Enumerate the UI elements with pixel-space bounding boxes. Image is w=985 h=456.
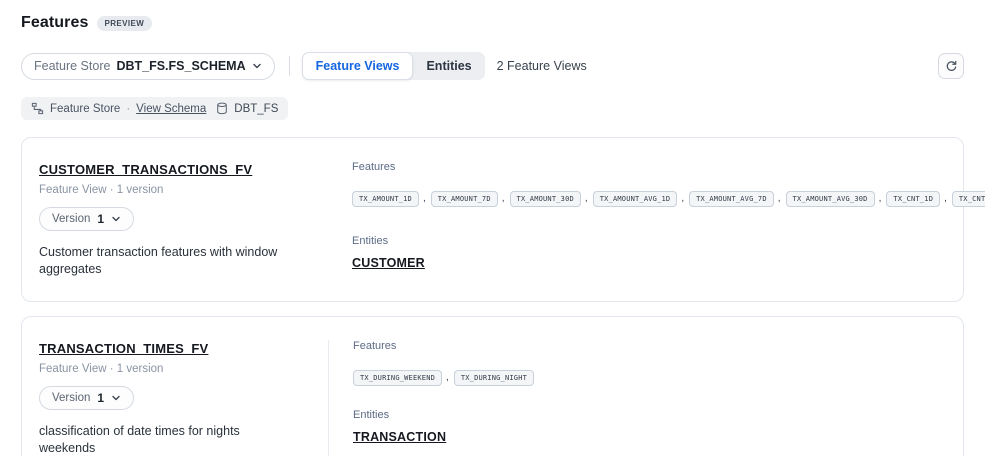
features-section-label: Features bbox=[352, 161, 960, 173]
feature-chip-group: TX_CNT_7D, bbox=[952, 188, 985, 205]
feature-view-meta: Feature View · 1 version bbox=[39, 184, 308, 196]
chip-separator: , bbox=[585, 193, 588, 204]
feature-chip-group: TX_AMOUNT_1D, bbox=[352, 188, 426, 205]
feature-views-count: 2 Feature Views bbox=[497, 59, 587, 73]
features-section-label: Features bbox=[353, 340, 947, 352]
tab-feature-views[interactable]: Feature Views bbox=[302, 52, 414, 80]
feature-chip[interactable]: TX_AMOUNT_7D bbox=[431, 191, 498, 207]
breadcrumb: Feature Store · View Schema DBT_FS bbox=[21, 97, 288, 120]
chip-separator: , bbox=[502, 193, 505, 204]
feature-chip[interactable]: TX_DURING_WEEKEND bbox=[353, 370, 442, 386]
feature-view-summary: CUSTOMER_TRANSACTIONS_FV Feature View · … bbox=[22, 161, 328, 278]
chip-separator: , bbox=[423, 193, 426, 204]
feature-chip-group: TX_DURING_NIGHT bbox=[454, 367, 534, 384]
feature-chip[interactable]: TX_AMOUNT_AVG_30D bbox=[786, 191, 875, 207]
feature-store-selector-label: Feature Store bbox=[34, 59, 110, 73]
entity-link[interactable]: TRANSACTION bbox=[353, 430, 446, 444]
breadcrumb-row: Feature Store · View Schema DBT_FS bbox=[21, 97, 964, 120]
breadcrumb-database-name: DBT_FS bbox=[234, 103, 278, 115]
feature-chip[interactable]: TX_CNT_1D bbox=[886, 191, 940, 207]
feature-store-icon bbox=[31, 102, 44, 115]
feature-view-meta: Feature View · 1 version bbox=[39, 363, 308, 375]
chip-separator: , bbox=[944, 193, 947, 204]
feature-chip-group: TX_AMOUNT_7D, bbox=[431, 188, 505, 205]
refresh-button[interactable] bbox=[938, 53, 964, 79]
feature-view-details: Features TX_DURING_WEEKEND, TX_DURING_NIG… bbox=[329, 340, 963, 456]
entities-section-label: Entities bbox=[352, 235, 960, 247]
feature-chip[interactable]: TX_AMOUNT_1D bbox=[352, 191, 419, 207]
version-label: Version bbox=[52, 213, 90, 225]
feature-view-card: TRANSACTION_TIMES_FV Feature View · 1 ve… bbox=[21, 316, 964, 456]
version-value: 1 bbox=[97, 212, 104, 226]
chip-separator: , bbox=[681, 193, 684, 204]
feature-view-details: Features TX_AMOUNT_1D,TX_AMOUNT_7D,TX_AM… bbox=[328, 161, 976, 278]
preview-badge: PREVIEW bbox=[97, 16, 153, 31]
entities-section-label: Entities bbox=[353, 409, 947, 421]
feature-chip-group: TX_AMOUNT_AVG_1D, bbox=[593, 188, 684, 205]
features-page: Features PREVIEW Feature Store DBT_FS.FS… bbox=[0, 0, 985, 456]
view-schema-link[interactable]: View Schema bbox=[136, 103, 206, 115]
chevron-down-icon bbox=[111, 214, 121, 224]
feature-chip-group: TX_AMOUNT_AVG_7D, bbox=[689, 188, 780, 205]
view-tabs: Feature Views Entities bbox=[302, 52, 485, 80]
version-selector[interactable]: Version 1 bbox=[39, 207, 134, 231]
page-title: Features bbox=[21, 14, 89, 32]
feature-chip-group: TX_AMOUNT_30D, bbox=[510, 188, 588, 205]
feature-view-summary: TRANSACTION_TIMES_FV Feature View · 1 ve… bbox=[22, 340, 328, 456]
chevron-down-icon bbox=[252, 61, 262, 71]
entity-list: CUSTOMER bbox=[352, 254, 960, 272]
feature-chip[interactable]: TX_AMOUNT_30D bbox=[510, 191, 581, 207]
toolbar-divider bbox=[289, 56, 290, 76]
refresh-icon bbox=[945, 60, 958, 73]
feature-view-description: classification of date times for nights … bbox=[39, 423, 297, 456]
page-header: Features PREVIEW bbox=[21, 14, 964, 32]
entity-list: TRANSACTION bbox=[353, 428, 947, 446]
feature-store-selector[interactable]: Feature Store DBT_FS.FS_SCHEMA bbox=[21, 53, 275, 80]
breadcrumb-separator: · bbox=[126, 103, 130, 115]
tab-entities[interactable]: Entities bbox=[413, 52, 484, 80]
feature-view-title-link[interactable]: TRANSACTION_TIMES_FV bbox=[39, 341, 208, 356]
breadcrumb-store-label: Feature Store bbox=[50, 103, 120, 115]
feature-chip-list: TX_DURING_WEEKEND, TX_DURING_NIGHT bbox=[353, 359, 947, 393]
version-selector[interactable]: Version 1 bbox=[39, 386, 134, 410]
feature-chip-group: TX_AMOUNT_AVG_30D, bbox=[786, 188, 882, 205]
feature-chip[interactable]: TX_AMOUNT_AVG_1D bbox=[593, 191, 678, 207]
feature-chip[interactable]: TX_DURING_NIGHT bbox=[454, 370, 534, 386]
version-value: 1 bbox=[97, 391, 104, 405]
database-icon bbox=[216, 102, 228, 115]
feature-chip-list: TX_AMOUNT_1D,TX_AMOUNT_7D,TX_AMOUNT_30D,… bbox=[352, 180, 960, 214]
chip-separator: , bbox=[446, 372, 449, 383]
feature-chip[interactable]: TX_CNT_7D bbox=[952, 191, 985, 207]
feature-view-description: Customer transaction features with windo… bbox=[39, 244, 297, 278]
feature-view-card: CUSTOMER_TRANSACTIONS_FV Feature View · … bbox=[21, 137, 964, 302]
entity-link[interactable]: CUSTOMER bbox=[352, 256, 425, 270]
feature-chip-group: TX_DURING_WEEKEND, bbox=[353, 367, 449, 384]
chevron-down-icon bbox=[111, 393, 121, 403]
toolbar: Feature Store DBT_FS.FS_SCHEMA Feature V… bbox=[21, 52, 964, 80]
version-label: Version bbox=[52, 392, 90, 404]
chip-separator: , bbox=[778, 193, 781, 204]
feature-view-list: CUSTOMER_TRANSACTIONS_FV Feature View · … bbox=[21, 137, 964, 456]
chip-separator: , bbox=[879, 193, 882, 204]
feature-chip[interactable]: TX_AMOUNT_AVG_7D bbox=[689, 191, 774, 207]
feature-chip-group: TX_CNT_1D, bbox=[886, 188, 947, 205]
feature-store-selector-value: DBT_FS.FS_SCHEMA bbox=[116, 59, 245, 73]
feature-view-title-link[interactable]: CUSTOMER_TRANSACTIONS_FV bbox=[39, 162, 252, 177]
